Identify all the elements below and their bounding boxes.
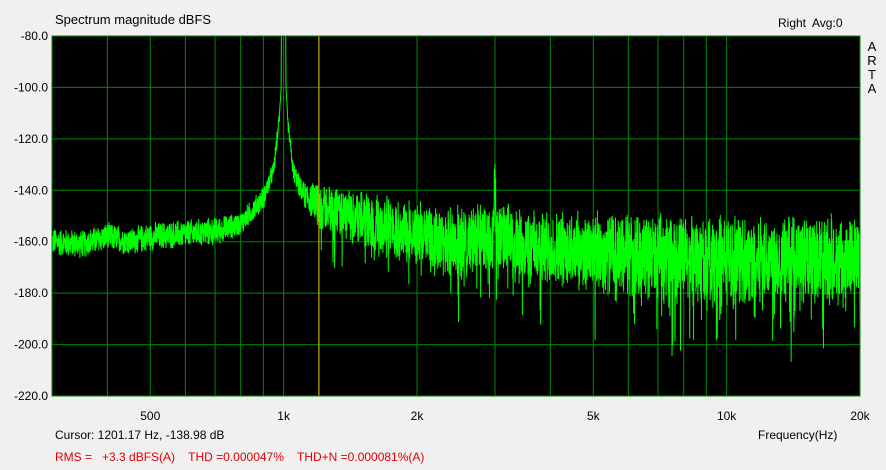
x-axis-label: Frequency(Hz) bbox=[758, 428, 838, 442]
x-tick-label: 1k bbox=[277, 409, 291, 423]
channel-info: Right Avg:0 bbox=[778, 16, 843, 30]
y-tick-label: -180.0 bbox=[14, 286, 48, 300]
cursor-readout: Cursor: 1201.17 Hz, -138.98 dB bbox=[55, 428, 225, 442]
arta-brand: A R T A bbox=[865, 40, 879, 96]
x-tick-label: 2k bbox=[411, 409, 425, 423]
y-tick-label: -80.0 bbox=[21, 29, 49, 43]
x-axis-ticks: 500 1k 2k 5k 10k 20k bbox=[140, 409, 870, 423]
spectrum-chart: -80.0 -100.0 -120.0 -140.0 -160.0 -180.0 -200.… bbox=[14, 29, 871, 423]
brand-letter: A bbox=[867, 81, 877, 96]
brand-letter: R bbox=[867, 53, 877, 68]
x-tick-label: 5k bbox=[587, 409, 601, 423]
y-axis-ticks: -80.0 -100.0 -120.0 -140.0 -160.0 -180.0 -200.… bbox=[14, 29, 48, 403]
plot-area[interactable] bbox=[52, 36, 860, 396]
x-tick-label: 10k bbox=[717, 409, 737, 423]
y-tick-label: -100.0 bbox=[14, 80, 48, 94]
measurement-stats: RMS = +3.3 dBFS(A) THD =0.000047% THD+N … bbox=[55, 450, 425, 464]
x-tick-label: 20k bbox=[850, 409, 870, 423]
y-tick-label: -120.0 bbox=[14, 132, 48, 146]
x-tick-label: 500 bbox=[140, 409, 160, 423]
y-tick-label: -160.0 bbox=[14, 235, 48, 249]
y-tick-label: -220.0 bbox=[14, 389, 48, 403]
y-tick-label: -140.0 bbox=[14, 183, 48, 197]
y-tick-label: -200.0 bbox=[14, 338, 48, 352]
chart-title: Spectrum magnitude dBFS bbox=[55, 12, 212, 27]
brand-letter: A bbox=[867, 39, 877, 54]
brand-letter: T bbox=[868, 67, 876, 82]
